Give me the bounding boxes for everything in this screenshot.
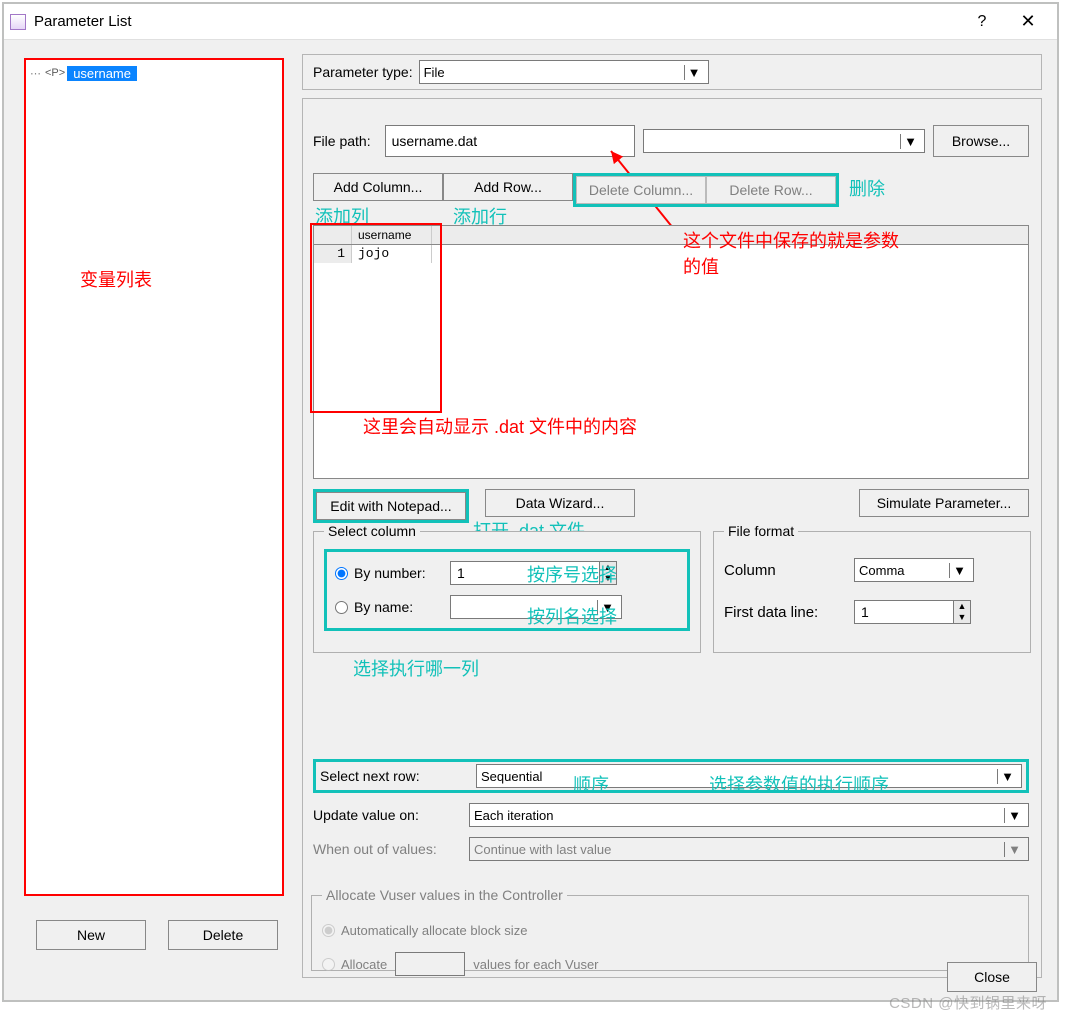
app-icon bbox=[10, 14, 26, 30]
tree-item-label: username bbox=[67, 66, 137, 81]
column-delim-label: Column bbox=[724, 562, 844, 579]
grid-header-cell: username bbox=[352, 226, 432, 244]
column-delim-value: Comma bbox=[859, 563, 905, 578]
delete-row-button[interactable]: Delete Row... bbox=[706, 176, 836, 204]
file-format-legend: File format bbox=[724, 523, 798, 539]
file-path-label: File path: bbox=[313, 133, 371, 149]
tree-item-username[interactable]: ⋯ <P> username bbox=[30, 64, 278, 82]
file-path-input[interactable] bbox=[385, 125, 635, 157]
delete-button[interactable]: Delete bbox=[168, 920, 278, 950]
alloc-auto-label: Automatically allocate block size bbox=[341, 923, 527, 938]
window-title: Parameter List bbox=[34, 13, 959, 30]
when-out-label: When out of values: bbox=[313, 841, 463, 857]
param-type-combo[interactable]: File ▼ bbox=[419, 60, 709, 84]
annotation-sel-col: 选择执行哪一列 bbox=[353, 655, 479, 681]
alloc-manual-radio bbox=[322, 958, 335, 971]
bottom-selects: Select next row: Sequential ▼ Update val… bbox=[313, 759, 1029, 871]
by-number-radio[interactable] bbox=[335, 567, 348, 580]
update-value-label: Update value on: bbox=[313, 807, 463, 823]
tree-button-row: New Delete bbox=[36, 920, 278, 950]
when-out-combo: Continue with last value ▼ bbox=[469, 837, 1029, 861]
by-number-label: By number: bbox=[354, 565, 444, 581]
file-path-row: File path: ▼ Browse... bbox=[313, 125, 1029, 157]
data-wizard-button[interactable]: Data Wizard... bbox=[485, 489, 635, 517]
chevron-down-icon: ▼ bbox=[900, 134, 920, 149]
grid-corner bbox=[314, 226, 352, 244]
annotation-file-desc1: 这个文件中保存的就是参数 bbox=[683, 227, 899, 253]
delete-column-button[interactable]: Delete Column... bbox=[576, 176, 706, 204]
by-name-radio[interactable] bbox=[335, 601, 348, 614]
grid-row-number: 1 bbox=[314, 245, 352, 263]
allocate-group: Allocate Vuser values in the Controller … bbox=[311, 887, 1029, 971]
chevron-down-icon: ▼ bbox=[1004, 808, 1024, 823]
update-value-value: Each iteration bbox=[474, 808, 554, 823]
grid-row[interactable]: 1 jojo bbox=[314, 245, 1028, 263]
title-bar: Parameter List ? ✕ bbox=[4, 4, 1057, 40]
when-out-value: Continue with last value bbox=[474, 842, 611, 857]
add-row-button[interactable]: Add Row... bbox=[443, 173, 573, 201]
add-column-button[interactable]: Add Column... bbox=[313, 173, 443, 201]
update-value-row: Update value on: Each iteration ▼ bbox=[313, 803, 1029, 827]
first-data-line-input[interactable] bbox=[854, 600, 954, 624]
chevron-down-icon: ▼ bbox=[684, 65, 704, 80]
alloc-auto-radio bbox=[322, 924, 335, 937]
chevron-down-icon: ▼ bbox=[1004, 842, 1024, 857]
param-type-label: Parameter type: bbox=[313, 64, 413, 80]
spin-up-icon[interactable]: ▲ bbox=[954, 601, 970, 612]
tree-expand-icon: ⋯ bbox=[30, 67, 41, 80]
when-out-row: When out of values: Continue with last v… bbox=[313, 837, 1029, 861]
first-data-line-label: First data line: bbox=[724, 604, 844, 621]
update-value-combo[interactable]: Each iteration ▼ bbox=[469, 803, 1029, 827]
param-type-value: File bbox=[424, 65, 445, 80]
alloc-suffix-label: values for each Vuser bbox=[473, 957, 598, 972]
annotation-seq: 顺序 bbox=[573, 771, 609, 797]
annotation-var-list: 变量列表 bbox=[80, 266, 152, 292]
by-name-row: By name: ▼ bbox=[335, 590, 679, 624]
dialog-buttons: Close bbox=[947, 962, 1037, 992]
select-column-group: Select column By number: ▲▼ By name: bbox=[313, 523, 701, 653]
browse-button[interactable]: Browse... bbox=[933, 125, 1029, 157]
alloc-count-input bbox=[395, 952, 465, 976]
alloc-manual-label: Allocate bbox=[341, 957, 387, 972]
file-path-combo[interactable]: ▼ bbox=[643, 129, 925, 153]
annotation-delete: 删除 bbox=[849, 175, 885, 201]
column-delim-combo[interactable]: Comma ▼ bbox=[854, 558, 974, 582]
edit-notepad-button[interactable]: Edit with Notepad... bbox=[316, 492, 466, 520]
param-type-panel: Parameter type: File ▼ bbox=[302, 54, 1042, 90]
simulate-button[interactable]: Simulate Parameter... bbox=[859, 489, 1029, 517]
select-next-row-row: Select next row: Sequential ▼ bbox=[313, 759, 1029, 793]
grid-button-row: Add Column... Add Row... Delete Column..… bbox=[313, 173, 839, 207]
allocate-legend: Allocate Vuser values in the Controller bbox=[322, 887, 567, 903]
select-next-row-value: Sequential bbox=[481, 769, 542, 784]
help-button[interactable]: ? bbox=[959, 6, 1005, 38]
annotation-by-name: 按列名选择 bbox=[527, 603, 617, 629]
close-window-button[interactable]: ✕ bbox=[1005, 6, 1051, 38]
annotation-row-order: 选择参数值的执行顺序 bbox=[709, 771, 889, 797]
chevron-down-icon: ▼ bbox=[997, 769, 1017, 784]
file-panel: File path: ▼ Browse... Add Column... Add… bbox=[302, 98, 1042, 978]
watermark: CSDN @快到锅里来呀 bbox=[889, 992, 1047, 1013]
by-name-label: By name: bbox=[354, 599, 444, 615]
annotation-file-desc2: 的值 bbox=[683, 253, 719, 279]
file-format-group: File format Column Comma ▼ First data li… bbox=[713, 523, 1031, 653]
new-button[interactable]: New bbox=[36, 920, 146, 950]
annotation-by-num: 按序号选择 bbox=[527, 561, 617, 587]
select-column-legend: Select column bbox=[324, 523, 420, 539]
annotation-dat-content: 这里会自动显示 .dat 文件中的内容 bbox=[363, 413, 637, 439]
data-grid[interactable]: username 1 jojo bbox=[313, 225, 1029, 479]
by-number-row: By number: ▲▼ bbox=[335, 556, 679, 590]
first-data-line-spinner[interactable]: ▲▼ bbox=[854, 600, 971, 624]
grid-cell[interactable]: jojo bbox=[352, 245, 432, 263]
spin-down-icon[interactable]: ▼ bbox=[954, 612, 970, 623]
grid-header-row: username bbox=[314, 226, 1028, 245]
parameter-list-dialog: Parameter List ? ✕ ⋯ <P> username 变量列表 N… bbox=[2, 2, 1059, 1002]
select-next-row-label: Select next row: bbox=[320, 768, 470, 784]
chevron-down-icon: ▼ bbox=[949, 563, 969, 578]
dialog-body: ⋯ <P> username 变量列表 New Delete Parameter… bbox=[4, 40, 1057, 1000]
parameter-icon: <P> bbox=[45, 67, 65, 79]
close-button[interactable]: Close bbox=[947, 962, 1037, 992]
parameter-tree[interactable]: ⋯ <P> username bbox=[24, 58, 284, 896]
